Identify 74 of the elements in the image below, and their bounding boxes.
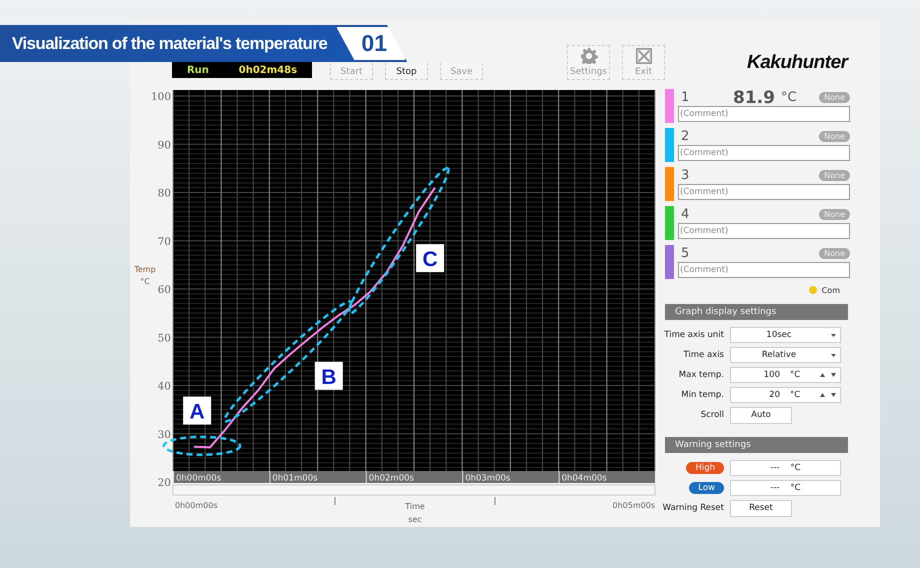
- toolbar-button[interactable]: Stop: [385, 63, 428, 80]
- close-icon: [634, 48, 652, 64]
- annotation-label: B: [321, 366, 336, 389]
- axis-title: Temp: [134, 265, 156, 274]
- comment-field[interactable]: (Comment): [678, 106, 850, 122]
- axis-label: 0h01m00s: [272, 474, 318, 484]
- setting-button[interactable]: Auto: [730, 406, 792, 424]
- setting-label: Min temp.: [680, 390, 724, 400]
- channel-number: 2: [680, 129, 690, 144]
- threshold-field[interactable]: --- °C: [730, 460, 841, 476]
- logo: Kakuhunter: [747, 52, 848, 74]
- axis-label: 20: [158, 477, 171, 489]
- comment-field[interactable]: (Comment): [678, 223, 850, 239]
- axis-title: Time: [405, 502, 425, 511]
- axis-label: 90: [158, 139, 171, 152]
- axis-label: 0h00m00s: [176, 474, 222, 484]
- setting-label: Warning Reset: [665, 503, 724, 513]
- channel-number: 5: [680, 246, 690, 261]
- spinner-icon: [820, 373, 836, 377]
- legend-label: Com: [822, 286, 840, 294]
- axis-unit: °C: [140, 277, 150, 286]
- channel-number: 1: [680, 90, 690, 105]
- banner-title: Visualization of the material's temperature: [0, 25, 358, 62]
- annotation-background: [314, 362, 343, 390]
- comment-field[interactable]: (Comment): [678, 145, 850, 161]
- comment-field[interactable]: (Comment): [678, 184, 850, 200]
- elapsed-time: 0h02m48s: [238, 65, 298, 76]
- axis-label: 100: [150, 91, 171, 103]
- level-badge: High: [686, 462, 724, 474]
- threshold-field[interactable]: --- °C: [730, 480, 841, 496]
- gear-icon: [580, 48, 598, 64]
- axis-unit: sec: [408, 515, 422, 524]
- annotation-background: [183, 396, 212, 425]
- range-end: 0h05m00s: [612, 501, 655, 510]
- axis-label: 0h03m00s: [465, 474, 510, 484]
- dropdown[interactable]: 10sec: [730, 327, 841, 343]
- alarm-badge: None: [819, 209, 850, 220]
- alarm-badge: None: [819, 248, 850, 259]
- axis-label: 60: [158, 284, 171, 296]
- setting-label: Max temp.: [678, 370, 724, 380]
- caret-icon: [831, 334, 836, 336]
- channel-number: 4: [680, 207, 690, 222]
- axis-label: 70: [158, 236, 171, 248]
- spinner-icon: [820, 393, 836, 397]
- range-start: 0h00m00s: [175, 501, 218, 510]
- dropdown[interactable]: Relative: [730, 347, 841, 363]
- scrollbar[interactable]: [172, 484, 656, 496]
- temperature-unit: °C: [780, 90, 797, 105]
- number-field[interactable]: 100 °C: [730, 367, 841, 383]
- channel-number: 3: [680, 168, 690, 183]
- axis-label: 30: [158, 428, 171, 441]
- section-header: Graph display settings: [665, 304, 848, 320]
- axis-label: 50: [158, 332, 171, 344]
- comment-field[interactable]: (Comment): [678, 262, 850, 278]
- axis-label: 0h04m00s: [562, 474, 607, 484]
- section-header: Warning settings: [665, 437, 848, 453]
- axis-label: 80: [158, 188, 171, 200]
- axis-label: 40: [158, 380, 171, 392]
- temperature-reading: 81.9: [733, 88, 775, 108]
- level-badge: Low: [689, 482, 724, 494]
- reset-button[interactable]: Reset: [730, 500, 792, 516]
- alarm-badge: None: [819, 170, 850, 181]
- axis-label: 0h02m00s: [368, 474, 414, 484]
- alarm-badge: None: [819, 92, 850, 103]
- number-field[interactable]: 20 °C: [730, 387, 841, 403]
- setting-label: Time axis unit: [665, 330, 724, 340]
- alarm-badge: None: [819, 131, 850, 142]
- setting-label: Time axis: [682, 350, 724, 360]
- annotation-label: A: [190, 400, 205, 424]
- annotation-label: C: [422, 248, 438, 272]
- annotation-background: [416, 244, 444, 272]
- caret-icon: [831, 354, 836, 356]
- run-state: Run: [186, 65, 209, 76]
- setting-label: Scroll: [700, 410, 724, 420]
